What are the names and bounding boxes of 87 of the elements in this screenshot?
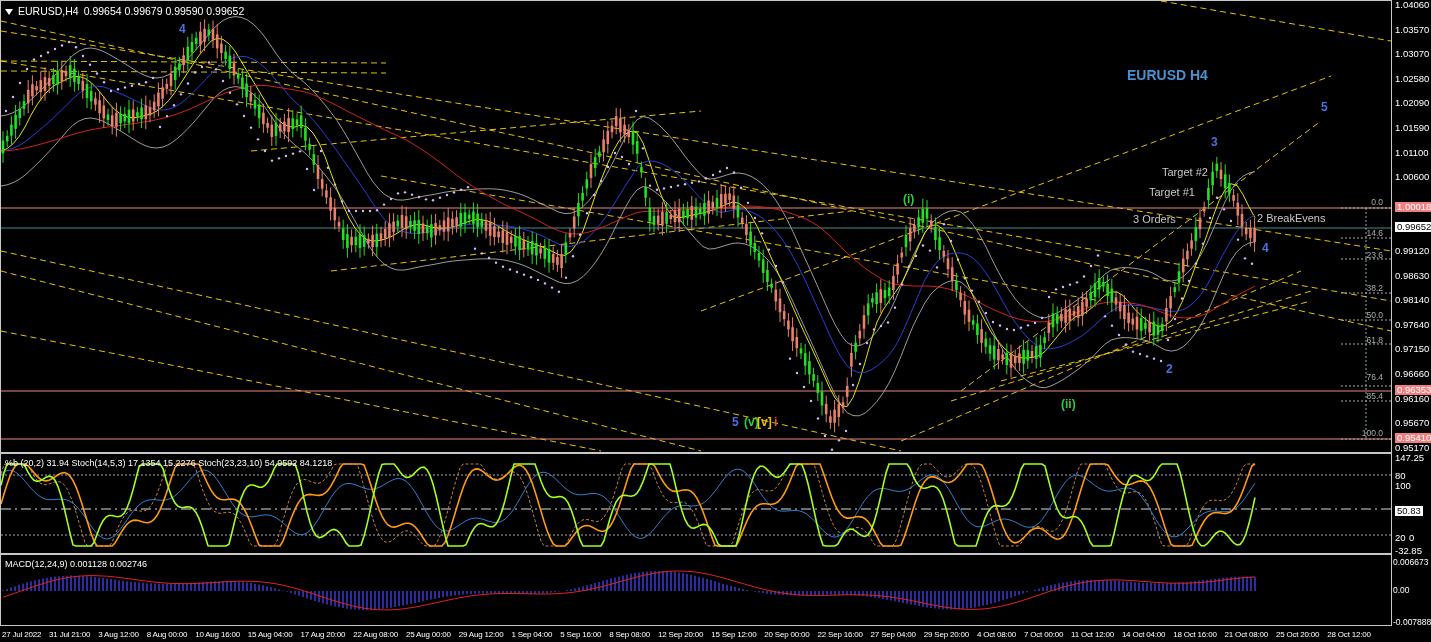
fib-level-label: 100.0: [1361, 427, 1383, 439]
fib-level-label: 76.4: [1366, 371, 1383, 383]
price-axis-label: 0.95670: [1395, 418, 1430, 429]
time-axis-label: 25 Oct 20:00: [1275, 629, 1320, 641]
price-axis-label: 0.97150: [1395, 344, 1430, 355]
dropdown-triangle-icon[interactable]: [5, 8, 13, 15]
wave-label: 5: [1321, 101, 1328, 113]
macd-axis-label: 0.006673: [1393, 557, 1429, 567]
time-axis-label: 15 Sep 12:00: [711, 629, 757, 641]
wave-label: (v): [744, 416, 759, 428]
price-axis-label: 0.98630: [1395, 270, 1430, 281]
stochastic-axis-label: 0: [1409, 533, 1415, 543]
wave-label: 5: [732, 416, 739, 428]
fib-level-label: 38.2: [1366, 282, 1383, 294]
chart-title: EURUSD H4: [1127, 69, 1208, 81]
price-axis-label: 1.02090: [1395, 98, 1430, 109]
price-marker: 1.00018: [1395, 202, 1431, 212]
price-axis-label: 1.01590: [1395, 123, 1430, 133]
stochastic-axis-label: 50.83: [1395, 506, 1423, 516]
fib-level-label: 50.0: [1366, 309, 1383, 321]
stochastic-axis-label: -32.85: [1395, 546, 1422, 556]
wave-label: 4: [179, 23, 186, 35]
time-axis-label: 15 Aug 04:00: [247, 629, 293, 641]
trade-label: Target #2: [1162, 166, 1208, 178]
price-axis-label: 0.98140: [1395, 295, 1430, 306]
stochastic-axis-label: 147.25: [1395, 453, 1425, 463]
fib-level-label: 0.0: [1371, 196, 1383, 208]
time-axis-label: 20 Sep 00:00: [764, 629, 810, 641]
time-axis-label: 31 Jul 21:00: [49, 629, 91, 641]
price-marker: 0.96353: [1395, 385, 1431, 395]
stochastic-axis-label: 20: [1395, 533, 1406, 543]
price-axis-label: 1.03570: [1395, 24, 1430, 35]
symbol-name: EURUSD,H4: [18, 4, 79, 19]
fib-level-label: 85.4: [1366, 390, 1383, 402]
time-axis-label: 7 Oct 00:00: [1024, 629, 1064, 641]
time-axis-label: 29 Aug 12:00: [458, 629, 504, 641]
price-axis-label: 0.96160: [1395, 393, 1430, 404]
indicator-header: MACD(12,24,9) 0.001128 0.002746: [5, 558, 147, 571]
time-axis-label: 29 Sep 20:00: [923, 629, 969, 641]
price-axis-label: 1.02580: [1395, 73, 1430, 84]
time-axis-label: 22 Sep 16:00: [817, 629, 863, 641]
time-axis-label: 5 Sep 16:00: [560, 629, 602, 641]
fib-level-label: 61.8: [1366, 334, 1383, 346]
price-axis-label: 0.99120: [1395, 246, 1430, 256]
price-axis-label: 0.97640: [1395, 319, 1430, 330]
fib-level-label: 23.6: [1366, 249, 1383, 261]
macd-axis-label: -0.007888: [1393, 617, 1431, 627]
macd-axis-label: 0.00: [1393, 585, 1410, 595]
time-axis-label: 21 Oct 08:00: [1224, 629, 1268, 641]
time-axis-label: 28 Oct 12:00: [1327, 629, 1371, 641]
time-axis-label: 17 Aug 20:00: [300, 629, 346, 641]
wave-label: 4: [1262, 242, 1269, 254]
trade-label: Target #1: [1149, 186, 1195, 198]
time-axis-label: 1 Sep 04:00: [511, 629, 553, 641]
time-axis-label: 14 Oct 04:00: [1121, 629, 1166, 641]
time-axis-label: 27 Sep 04:00: [870, 629, 916, 641]
wave-label: 2: [1166, 363, 1173, 375]
wave-label: 3: [1211, 136, 1218, 148]
wave-label: (i): [903, 193, 915, 205]
fib-level-label: 14.6: [1366, 227, 1383, 239]
wave-label: [v]: [757, 416, 772, 428]
time-axis-label: 12 Sep 20:00: [658, 629, 704, 641]
price-axis-label: 1.00600: [1395, 172, 1430, 183]
time-axis-label: 4 Oct 08:00: [976, 629, 1017, 641]
time-axis-label: 25 Aug 00:00: [405, 629, 451, 641]
time-axis-label: 3 Aug 12:00: [98, 629, 139, 641]
price-axis-label: 0.95170: [1395, 442, 1430, 453]
price-quote: 0.99654 0.99679 0.99590 0.99652: [83, 4, 245, 19]
time-axis-label: 10 Aug 16:00: [195, 629, 240, 641]
price-axis-label: 1.01100: [1395, 147, 1429, 158]
price-axis-label: 1.03070: [1395, 49, 1430, 60]
price-marker: 0.95410: [1395, 433, 1431, 443]
time-axis-label: 18 Oct 16:00: [1173, 629, 1217, 641]
trade-label: 2 BreakEvens: [1257, 212, 1326, 224]
wave-label: (ii): [1061, 398, 1076, 410]
time-axis-label: 8 Sep 08:00: [609, 629, 651, 641]
wave-label: i: [774, 416, 778, 428]
time-axis-label: 27 Jul 2022: [2, 629, 42, 641]
stochastic-axis-label: 100: [1395, 481, 1411, 491]
price-marker: 0.99652: [1395, 222, 1431, 232]
trade-label: 3 Orders: [1133, 213, 1176, 225]
time-axis-label: 22 Aug 08:00: [353, 629, 399, 641]
time-axis-label: 8 Aug 00:00: [146, 629, 188, 641]
price-axis-label: 0.96660: [1395, 369, 1430, 379]
price-axis-label: 1.04060: [1395, 0, 1430, 10]
stochastic-axis-label: 80: [1395, 471, 1406, 481]
time-axis-label: 11 Oct 12:00: [1071, 629, 1114, 641]
